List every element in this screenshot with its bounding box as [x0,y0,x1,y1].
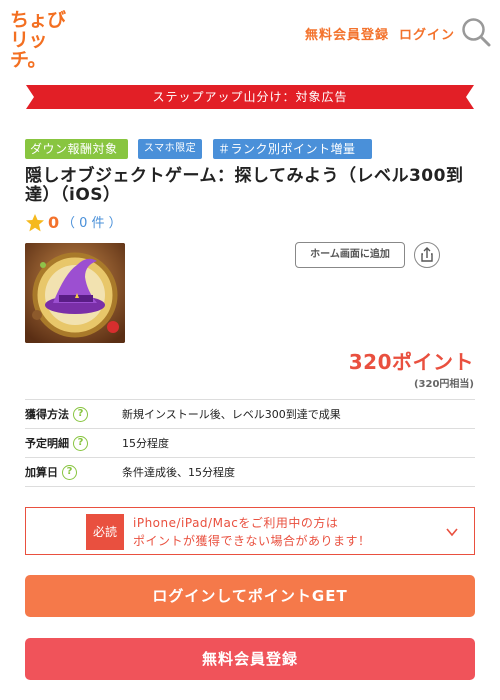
info-row-credit-date: 加算日 ? 条件達成後、15分程度 [25,458,475,487]
logo-line-1: ちょび [10,9,66,31]
tag-smartphone-only[interactable]: スマホ限定 [138,139,202,159]
info-row-method: 獲得方法 ? 新規インストール後、レベル300到達で成果 [25,400,475,429]
must-read-badge: 必読 [86,514,124,550]
chevron-down-icon[interactable] [445,525,459,539]
points-block: 320ポイント (320円相当) [349,350,474,392]
info-label-method: 獲得方法 [25,408,69,421]
add-to-home-button[interactable]: ホーム画面に追加 [295,242,405,268]
question-icon[interactable]: ? [73,407,88,422]
info-table: 獲得方法 ? 新規インストール後、レベル300到達で成果 予定明細 ? 15分程… [25,399,475,487]
points-yen-equivalent: (320円相当) [413,379,474,390]
notice-line-1: iPhone/iPad/Macをご利用中の方は [133,516,339,530]
ribbon-text: ステップアップ山分け：対象広告 [152,90,348,104]
info-value-credit-date: 条件達成後、15分程度 [122,466,235,479]
info-label-schedule: 予定明細 [25,437,69,450]
star-icon [26,214,44,232]
notice-line-2: ポイントが獲得できない場合があります！ [133,534,371,548]
rating-value: 0 [48,213,60,232]
info-value-schedule: 15分程度 [122,437,169,450]
tag-down-reward[interactable]: ダウン報酬対象 [25,139,128,159]
points-value: 320ポイント [348,350,474,374]
search-icon[interactable] [461,17,491,47]
tag-rank-points[interactable]: ＃ランク別ポイント増量 [213,139,372,159]
witch-hat-icon [25,243,125,343]
login-get-points-button[interactable]: ログインしてポイントGET [25,575,475,617]
ios-notice[interactable]: 必読 iPhone/iPad/Macをご利用中の方は ポイントが獲得できない場合… [25,507,475,555]
rating-count[interactable]: （ 0 件 ） [62,215,122,233]
question-icon[interactable]: ? [62,465,77,480]
header-login-link[interactable]: ログイン [399,24,455,43]
page-title: 隠しオブジェクトゲーム：探してみよう（レベル300到達）（iOS） [25,166,464,205]
app-icon [25,243,125,343]
info-row-schedule: 予定明細 ? 15分程度 [25,429,475,458]
share-button[interactable] [414,242,440,268]
logo-line-2: リッチ。 [10,29,48,71]
header-register-link[interactable]: 無料会員登録 [305,24,389,43]
logo[interactable]: ちょび リッチ。 [10,9,72,70]
header: ちょび リッチ。 無料会員登録 ログイン [0,0,500,70]
free-register-button[interactable]: 無料会員登録 [25,638,475,680]
info-label-credit-date: 加算日 [25,466,58,479]
question-icon[interactable]: ? [73,436,88,451]
info-value-method: 新規インストール後、レベル300到達で成果 [122,408,341,421]
campaign-ribbon[interactable]: ステップアップ山分け：対象広告 [26,85,474,109]
share-icon [421,247,433,262]
notice-text: iPhone/iPad/Macをご利用中の方は ポイントが獲得できない場合があり… [133,514,371,550]
